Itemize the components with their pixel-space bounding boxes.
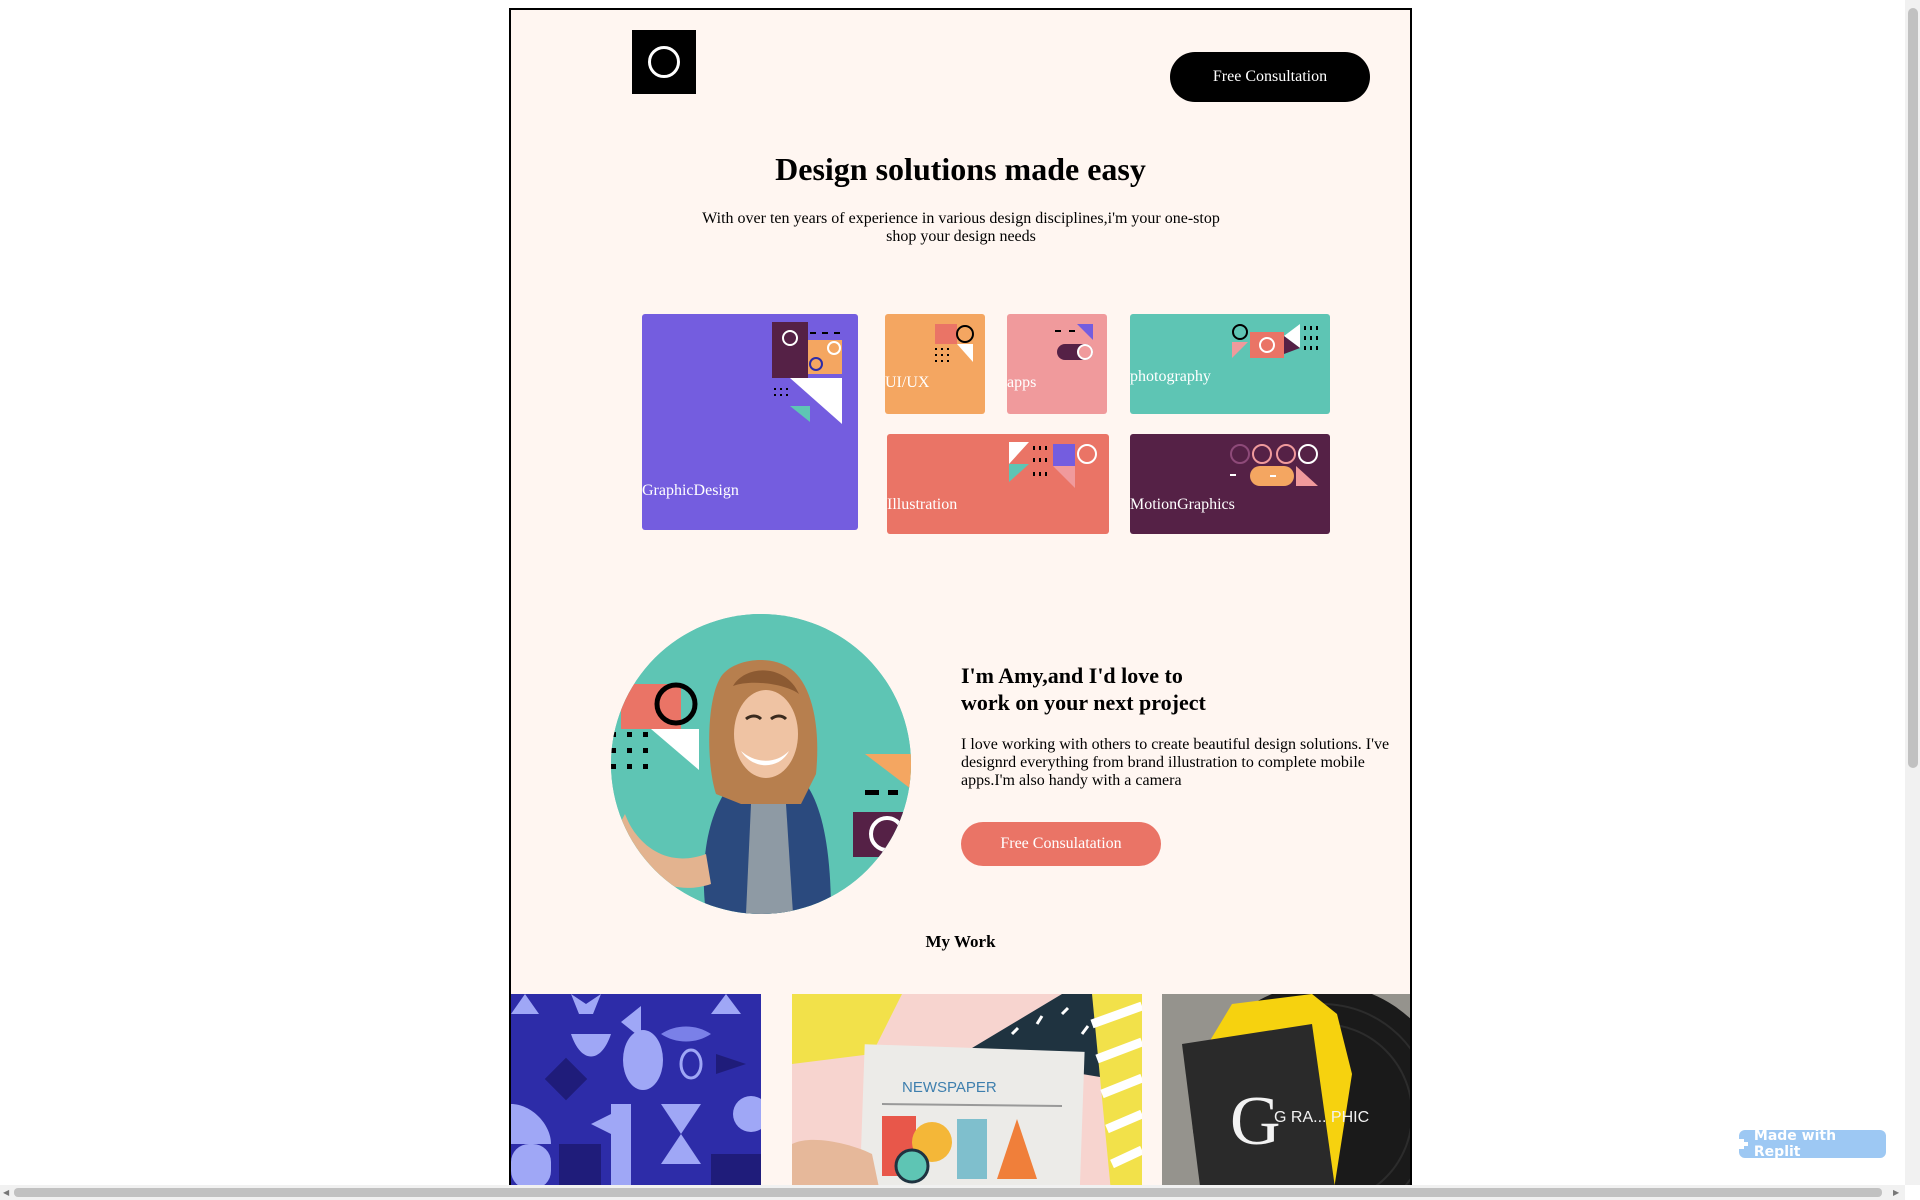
graphic-design-decoration-icon [772, 322, 842, 424]
service-card-photography[interactable]: photography [1130, 314, 1330, 414]
work-item-geometric-pattern[interactable] [511, 994, 761, 1200]
amy-portrait-image [611, 614, 911, 914]
free-consultation-about-button[interactable]: Free Consulatation [961, 822, 1161, 866]
logo-circle-icon[interactable] [632, 30, 696, 94]
newspaper-image: NEWSPAPER [792, 994, 1142, 1200]
service-card-motion-graphics[interactable]: MotionGraphics [1130, 434, 1330, 534]
scroll-right-arrow-icon[interactable]: ▶ [1893, 1188, 1899, 1197]
about-title-line-2: work on your next project [961, 690, 1206, 715]
record-sleeve-image: G G RA... PHIC [1162, 994, 1410, 1200]
service-label-photography: photography [1130, 368, 1211, 385]
work-item-record-sleeve[interactable]: G G RA... PHIC [1162, 994, 1410, 1200]
service-label-ui-ux: UI/UX [885, 374, 930, 391]
service-card-illustration[interactable]: Illustration [887, 434, 1109, 534]
hero-subtitle: With over ten years of experience in var… [702, 210, 1220, 245]
ui-ux-decoration-icon [935, 324, 974, 362]
photography-decoration-icon [1232, 324, 1318, 358]
service-card-ui-ux[interactable]: UI/UX [885, 314, 985, 414]
service-label-motion-graphics: MotionGraphics [1130, 496, 1235, 513]
service-label-graphic-design: GraphicDesign [642, 482, 739, 499]
book-lettering: G RA... PHIC [1274, 1109, 1369, 1126]
motion-graphics-decoration-icon [1230, 444, 1318, 486]
service-label-apps: apps [1007, 374, 1037, 391]
vertical-scrollbar-thumb[interactable] [1908, 8, 1918, 768]
portrait-illustration [611, 614, 911, 914]
book-letter-g: G [1230, 1083, 1281, 1160]
hero-title: Design solutions made easy [775, 151, 1146, 187]
replit-badge-label: Made with Replit [1753, 1128, 1837, 1160]
about-title-line-1: I'm Amy,and I'd love to [961, 663, 1183, 688]
about-title: I'm Amy,and I'd love to work on your nex… [961, 662, 1261, 716]
service-card-apps[interactable]: apps [1007, 314, 1107, 414]
illustration-decoration-icon [1009, 442, 1097, 488]
my-work-title: My Work [925, 932, 996, 951]
scroll-left-arrow-icon[interactable]: ◀ [3, 1188, 9, 1197]
geometric-pattern-image [511, 994, 761, 1200]
service-label-illustration: Illustration [887, 496, 958, 513]
about-description: I love working with others to create bea… [961, 736, 1390, 789]
newspaper-heading: NEWSPAPER [902, 1079, 997, 1096]
made-with-replit-badge[interactable]: Made with Replit [1739, 1128, 1886, 1160]
replit-logo-icon [1739, 1139, 1748, 1149]
free-consultation-button[interactable]: Free Consultation [1170, 52, 1370, 102]
apps-decoration-icon [1055, 324, 1093, 360]
horizontal-scrollbar-thumb[interactable] [14, 1188, 1882, 1197]
landing-page: Free Consultation Design solutions made … [509, 8, 1412, 1200]
work-item-newspaper[interactable]: NEWSPAPER [792, 994, 1142, 1200]
service-card-graphic-design[interactable]: GraphicDesign [642, 314, 858, 530]
